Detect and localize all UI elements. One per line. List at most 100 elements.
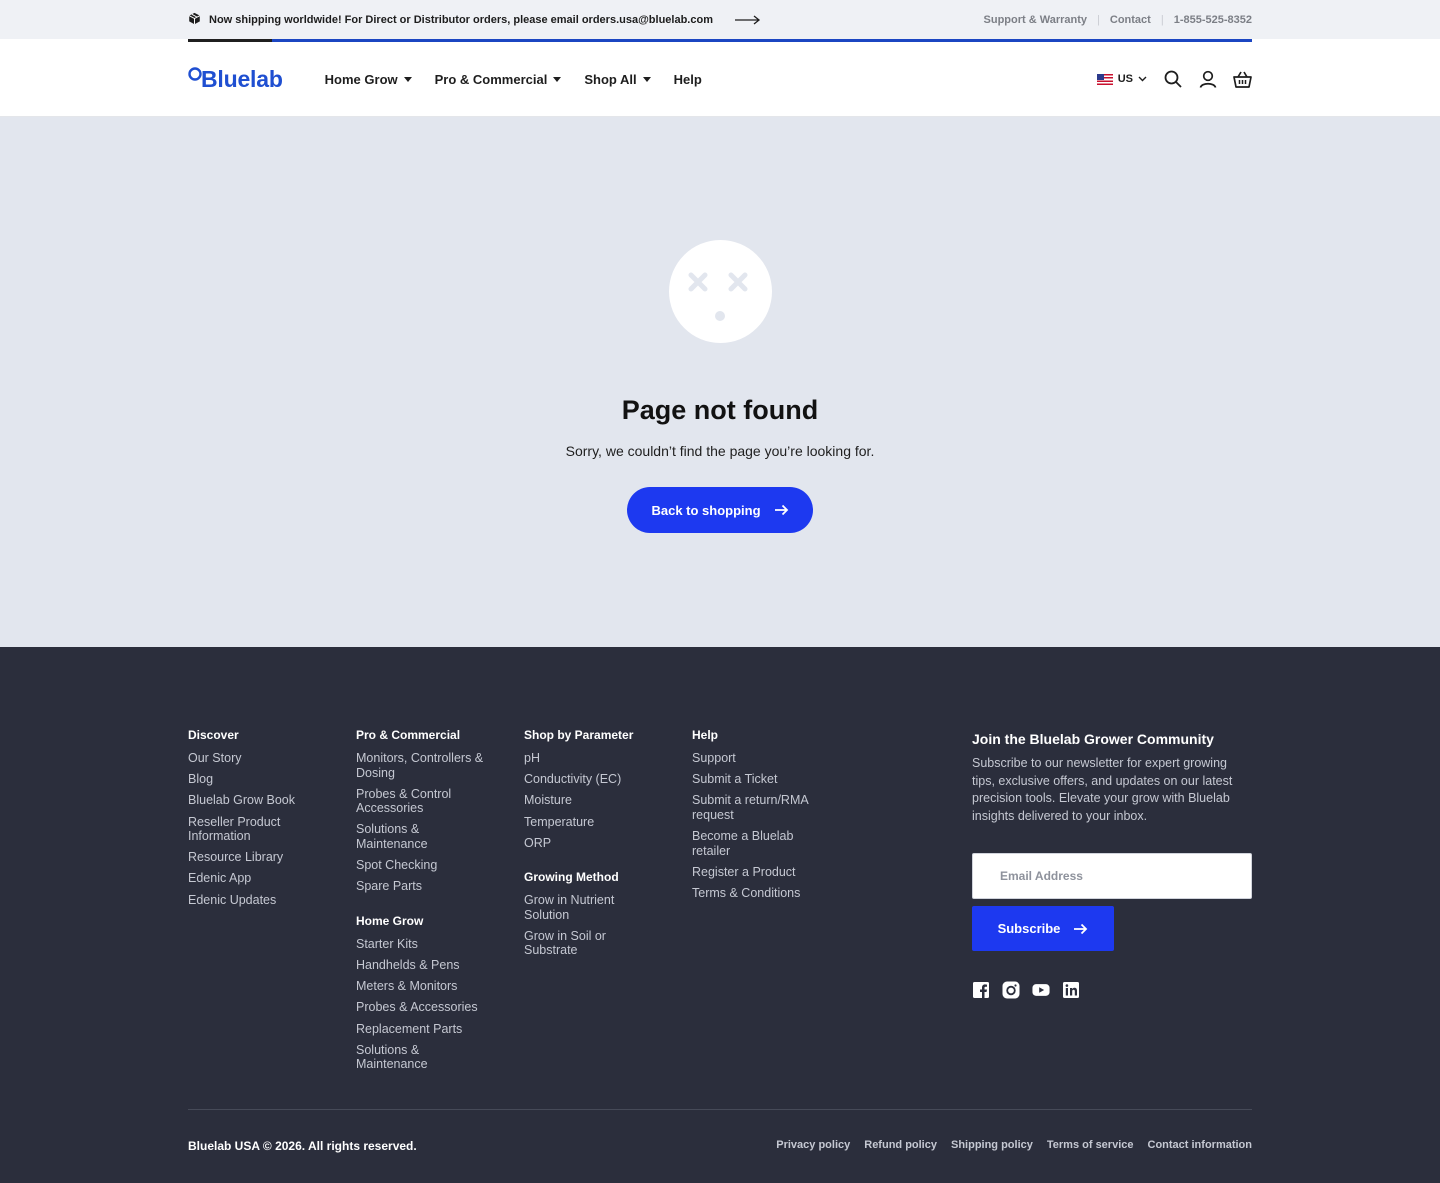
arrow-right-icon[interactable] [735,14,761,25]
footer-link[interactable]: Replacement Parts [356,1022,496,1037]
legal-links: Privacy policy Refund policy Shipping po… [776,1139,1252,1151]
footer-link[interactable]: Support [692,751,832,766]
footer-heading: Growing Method [524,870,619,885]
caret-down-icon [403,76,412,82]
refund-policy-link[interactable]: Refund policy [864,1139,937,1151]
footer-heading: Help [692,728,719,742]
footer-link[interactable]: pH [524,751,664,766]
announcement: Now shipping worldwide! For Direct or Di… [188,12,761,28]
logo-text: Bluelab [201,65,283,92]
footer-link[interactable]: Temperature [524,815,664,830]
footer-link[interactable]: Conductivity (EC) [524,772,664,787]
privacy-policy-link[interactable]: Privacy policy [776,1139,850,1151]
footer-heading: Pro & Commercial [356,728,461,742]
footer-link[interactable]: Register a Product [692,865,832,880]
arrow-right-icon [774,504,788,516]
footer-link[interactable]: Starter Kits [356,937,496,952]
phone-link[interactable]: 1-855-525-8352 [1174,14,1252,26]
search-icon[interactable] [1163,70,1182,89]
footer-link[interactable]: Grow in Soil or Substrate [524,929,624,958]
support-warranty-link[interactable]: Support & Warranty [984,14,1088,26]
footer-link[interactable]: Meters & Monitors [356,979,496,994]
footer-link[interactable]: Moisture [524,793,664,808]
footer-link[interactable]: Monitors, Controllers & Dosing [356,751,496,780]
locale-label: US [1117,73,1133,85]
terms-of-service-link[interactable]: Terms of service [1047,1139,1134,1151]
footer-link[interactable]: Blog [188,772,328,787]
cart-icon[interactable] [1233,70,1252,89]
nav-pro-commercial[interactable]: Pro & Commercial [435,72,562,87]
us-flag-icon [1096,73,1113,85]
nav-home-grow[interactable]: Home Grow [325,72,412,87]
announcement-text: Now shipping worldwide! For Direct or Di… [209,13,713,26]
footer-link[interactable]: Probes & Control Accessories [356,787,476,816]
caret-down-icon [553,76,562,82]
header-tools: US [1096,70,1252,89]
nav-label: Home Grow [324,71,398,87]
nav-label: Shop All [584,71,637,87]
footer-link[interactable]: Edenic Updates [188,893,328,908]
button-label: Back to shopping [651,502,761,518]
footer-col-parameter: Shop by Parameter pH Conductivity (EC) M… [524,728,664,965]
newsletter: Join the Bluelab Grower Community Subscr… [972,731,1252,999]
nav-shop-all[interactable]: Shop All [584,71,651,87]
footer-link[interactable]: Bluelab Grow Book [188,793,328,808]
footer-heading: Home Grow [356,913,424,928]
footer-link[interactable]: Solutions & Maintenance [356,822,446,851]
back-to-shopping-button[interactable]: Back to shopping [627,487,813,533]
dizzy-face-icon [668,240,772,343]
footer-link[interactable]: Probes & Accessories [356,1000,496,1015]
footer-link[interactable]: Reseller Product Information [188,815,298,844]
nav-label: Pro & Commercial [434,71,548,87]
page-title: Page not found [621,395,819,425]
facebook-icon[interactable] [972,981,990,999]
footer-link[interactable]: Resource Library [188,850,328,865]
footer-col-pro: Pro & Commercial Monitors, Controllers &… [356,728,496,1078]
package-icon [188,12,201,28]
site-footer: Discover Our Story Blog Bluelab Grow Boo… [0,647,1440,1183]
footer-link[interactable]: Our Story [188,751,328,766]
newsletter-heading: Join the Bluelab Grower Community [972,731,1214,747]
footer-link[interactable]: Solutions & Maintenance [356,1043,446,1072]
footer-link[interactable]: Grow in Nutrient Solution [524,893,634,922]
footer-link[interactable]: Submit a return/RMA request [692,793,822,822]
site-header: Bluelab Home Grow Pro & Commercial Shop … [0,42,1440,117]
logo[interactable]: Bluelab [188,66,283,93]
footer-link[interactable]: Become a Bluelab retailer [692,829,802,858]
social-links [972,981,1252,999]
logo-drop-icon [188,67,202,81]
divider: | [1160,13,1164,26]
main-nav: Home Grow Pro & Commercial Shop All Help [325,72,702,87]
nav-help[interactable]: Help [674,72,702,87]
button-label: Subscribe [997,921,1061,936]
youtube-icon[interactable] [1032,981,1050,999]
arrow-right-icon [1074,923,1088,934]
footer-col-discover: Discover Our Story Blog Bluelab Grow Boo… [188,728,328,914]
locale-selector[interactable]: US [1096,73,1147,85]
contact-information-link[interactable]: Contact information [1148,1139,1253,1151]
contact-link[interactable]: Contact [1110,14,1151,26]
footer-link[interactable]: Terms & Conditions [692,886,832,901]
footer-col-help: Help Support Submit a Ticket Submit a re… [692,728,832,907]
footer-link[interactable]: Handhelds & Pens [356,958,496,973]
linkedin-icon[interactable] [1062,981,1080,999]
footer-link[interactable]: Edenic App [188,871,328,886]
email-field[interactable] [972,853,1252,899]
chevron-down-icon [1138,76,1147,82]
account-icon[interactable] [1198,70,1217,89]
not-found-section: Page not found Sorry, we couldn’t find t… [0,117,1440,647]
subscribe-button[interactable]: Subscribe [972,906,1114,951]
footer-link[interactable]: ORP [524,836,664,851]
shipping-policy-link[interactable]: Shipping policy [951,1139,1033,1151]
footer-heading: Shop by Parameter [524,728,634,742]
not-found-message: Sorry, we couldn’t find the page you’re … [565,443,875,459]
announcement-bar: Now shipping worldwide! For Direct or Di… [0,0,1440,39]
nav-label: Help [673,71,702,87]
footer-divider [188,1109,1252,1110]
footer-link[interactable]: Submit a Ticket [692,772,832,787]
caret-down-icon [642,76,651,82]
footer-link[interactable]: Spot Checking [356,858,496,873]
instagram-icon[interactable] [1002,981,1020,999]
footer-link[interactable]: Spare Parts [356,879,496,894]
divider: | [1097,13,1100,26]
